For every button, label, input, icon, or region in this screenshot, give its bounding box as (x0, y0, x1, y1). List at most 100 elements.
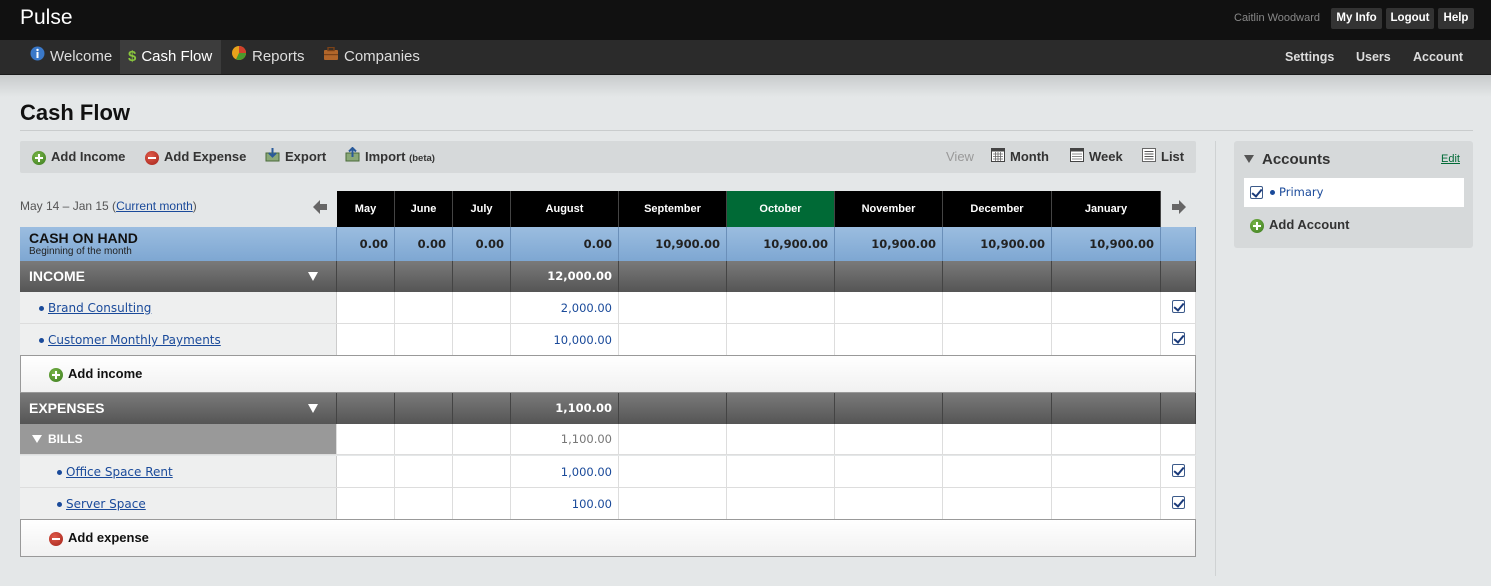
value-cell[interactable] (1052, 456, 1161, 487)
value-cell[interactable] (619, 424, 727, 454)
value-cell[interactable] (1052, 424, 1161, 454)
value-cell[interactable] (337, 292, 395, 323)
add-expense-button[interactable]: Add Expense (145, 141, 246, 173)
value-cell[interactable]: 10,900.00 (835, 227, 943, 261)
value-cell[interactable] (453, 324, 511, 355)
value-cell[interactable] (453, 456, 511, 487)
value-cell[interactable] (395, 488, 453, 519)
value-cell[interactable] (943, 488, 1052, 519)
value-cell[interactable] (453, 292, 511, 323)
value-cell[interactable] (943, 393, 1052, 424)
help-button[interactable]: Help (1438, 8, 1474, 29)
value-cell[interactable]: 10,000.00 (511, 324, 619, 355)
value-cell[interactable] (337, 324, 395, 355)
value-cell[interactable] (727, 261, 835, 292)
next-arrow-icon[interactable] (1170, 198, 1188, 216)
value-cell[interactable]: 10,900.00 (619, 227, 727, 261)
value-cell[interactable]: 0.00 (395, 227, 453, 261)
value-cell[interactable] (453, 261, 511, 292)
add-account-button[interactable]: Add Account (1250, 217, 1349, 233)
add-expense-row-button[interactable]: Add expense (49, 520, 149, 556)
value-cell[interactable]: 1,100.00 (511, 424, 619, 454)
current-month-link[interactable]: Current month (116, 199, 193, 213)
include-checkbox[interactable] (1172, 464, 1185, 477)
add-income-row[interactable]: Add income (20, 355, 1196, 393)
value-cell[interactable] (727, 393, 835, 424)
logout-button[interactable]: Logout (1386, 8, 1434, 29)
value-cell[interactable]: 1,100.00 (511, 393, 619, 424)
value-cell[interactable] (619, 292, 727, 323)
value-cell[interactable] (453, 393, 511, 424)
view-week-button[interactable]: Week (1070, 141, 1123, 173)
nav-account[interactable]: Account (1413, 40, 1463, 74)
view-month-button[interactable]: Month (991, 141, 1049, 173)
value-cell[interactable] (619, 261, 727, 292)
value-cell[interactable] (835, 393, 943, 424)
value-cell[interactable] (619, 456, 727, 487)
value-cell[interactable] (1052, 488, 1161, 519)
value-cell[interactable] (619, 393, 727, 424)
value-cell[interactable] (835, 324, 943, 355)
my-info-button[interactable]: My Info (1331, 8, 1382, 29)
value-cell[interactable] (395, 456, 453, 487)
value-cell[interactable] (1052, 324, 1161, 355)
income-item-link[interactable]: Customer Monthly Payments (48, 324, 221, 356)
value-cell[interactable] (1052, 393, 1161, 424)
value-cell[interactable] (727, 324, 835, 355)
app-logo[interactable]: Pulse (20, 6, 73, 30)
include-checkbox[interactable] (1172, 332, 1185, 345)
value-cell[interactable] (395, 393, 453, 424)
value-cell[interactable]: 10,900.00 (1052, 227, 1161, 261)
collapse-triangle-icon[interactable] (32, 435, 42, 443)
value-cell[interactable]: 0.00 (337, 227, 395, 261)
value-cell[interactable] (619, 324, 727, 355)
value-cell[interactable] (835, 456, 943, 487)
value-cell[interactable] (835, 292, 943, 323)
value-cell[interactable] (727, 456, 835, 487)
value-cell[interactable]: 2,000.00 (511, 292, 619, 323)
include-checkbox[interactable] (1172, 496, 1185, 509)
view-list-button[interactable]: List (1142, 141, 1184, 173)
income-section-row[interactable]: 12,000.00 INCOME (20, 261, 1196, 292)
collapse-triangle-icon[interactable] (308, 272, 318, 281)
value-cell[interactable] (395, 324, 453, 355)
value-cell[interactable] (337, 424, 395, 454)
value-cell[interactable] (395, 261, 453, 292)
value-cell[interactable] (453, 488, 511, 519)
value-cell[interactable] (395, 292, 453, 323)
value-cell[interactable] (943, 261, 1052, 292)
value-cell[interactable]: 0.00 (453, 227, 511, 261)
value-cell[interactable]: 10,900.00 (943, 227, 1052, 261)
include-checkbox[interactable] (1172, 300, 1185, 313)
collapse-triangle-icon[interactable] (1244, 155, 1254, 163)
account-name[interactable]: Primary (1279, 178, 1323, 207)
value-cell[interactable] (337, 456, 395, 487)
nav-companies[interactable]: Companies (323, 40, 420, 74)
value-cell[interactable] (727, 488, 835, 519)
nav-cash-flow[interactable]: $ Cash Flow (120, 40, 221, 74)
value-cell[interactable] (453, 424, 511, 454)
expense-item-link[interactable]: Server Space (66, 488, 146, 520)
value-cell[interactable] (337, 261, 395, 292)
bills-group-row[interactable]: 1,100.00 BILLS (20, 424, 1196, 455)
value-cell[interactable] (835, 488, 943, 519)
value-cell[interactable]: 100.00 (511, 488, 619, 519)
value-cell[interactable] (727, 424, 835, 454)
value-cell[interactable] (337, 393, 395, 424)
accounts-edit-link[interactable]: Edit (1441, 153, 1460, 165)
nav-users[interactable]: Users (1356, 40, 1391, 74)
value-cell[interactable]: 10,900.00 (727, 227, 835, 261)
value-cell[interactable] (1052, 261, 1161, 292)
account-item[interactable]: Primary (1244, 178, 1464, 207)
value-cell[interactable] (1052, 292, 1161, 323)
value-cell[interactable]: 12,000.00 (511, 261, 619, 292)
add-income-row-button[interactable]: Add income (49, 356, 142, 392)
export-button[interactable]: Export (265, 141, 326, 173)
add-expense-row[interactable]: Add expense (20, 519, 1196, 557)
nav-welcome[interactable]: Welcome (20, 40, 122, 74)
value-cell[interactable] (943, 324, 1052, 355)
value-cell[interactable] (337, 488, 395, 519)
value-cell[interactable]: 0.00 (511, 227, 619, 261)
value-cell[interactable]: 1,000.00 (511, 456, 619, 487)
account-checkbox[interactable] (1250, 186, 1263, 199)
